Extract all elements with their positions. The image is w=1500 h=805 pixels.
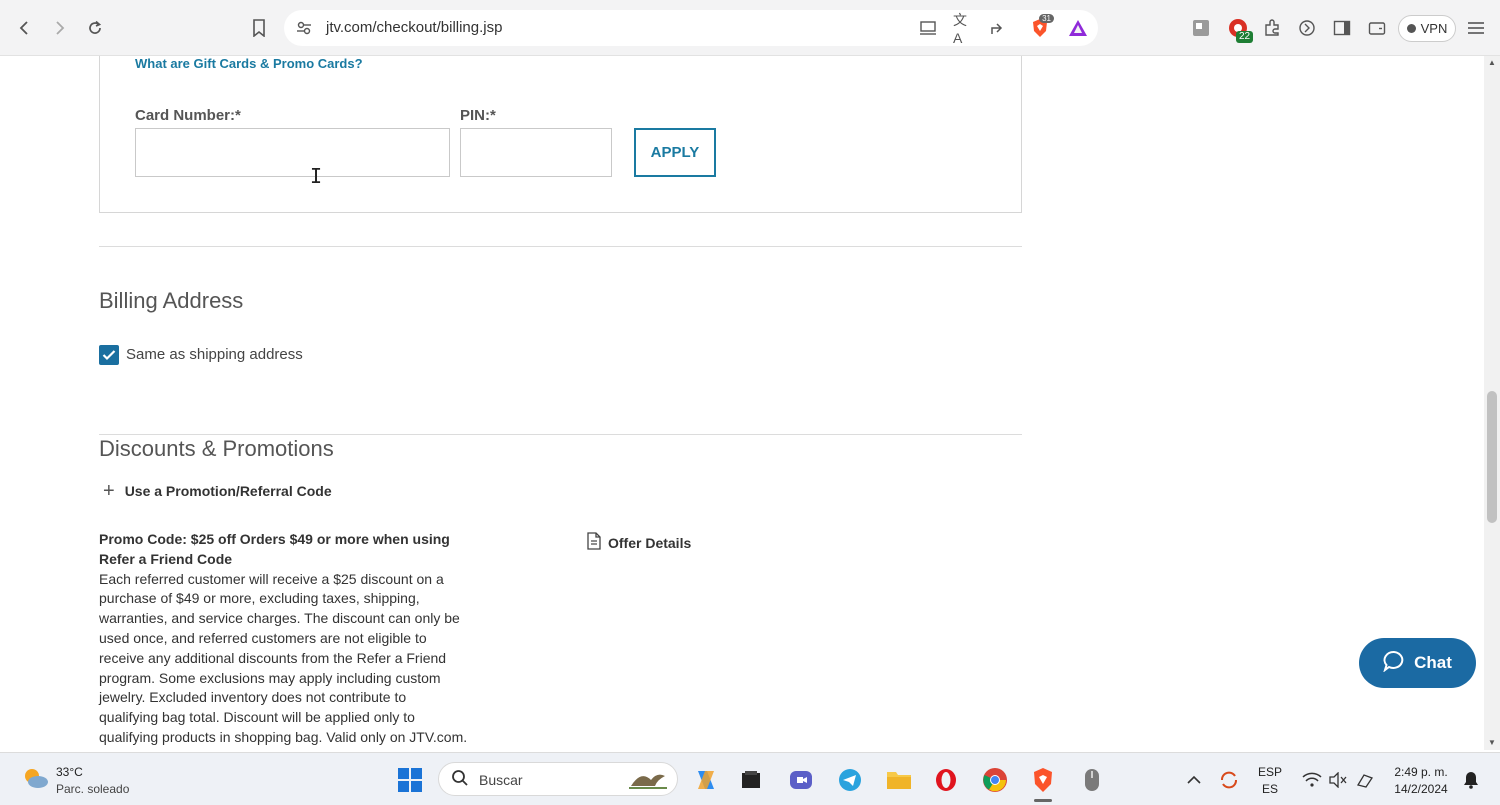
address-bar[interactable]: jtv.com/checkout/billing.jsp 文A 31 [284,10,1098,46]
wallet-icon[interactable] [1363,14,1391,42]
same-as-shipping-label[interactable]: Same as shipping address [126,346,303,363]
taskbar-search-placeholder: Buscar [479,772,523,788]
site-settings-icon[interactable] [294,18,314,38]
plus-icon: + [103,480,115,502]
weather-description: Parc. soleado [56,782,130,796]
vpn-button[interactable]: VPN [1398,15,1456,42]
file-manager-icon[interactable] [737,766,765,794]
weather-temperature: 33°C [56,765,83,779]
language-indicator-bottom[interactable]: ES [1255,782,1285,796]
telegram-icon[interactable] [836,766,864,794]
extensions-puzzle-icon[interactable] [1258,14,1286,42]
translate-icon[interactable]: 文A [953,12,973,46]
gift-cards-help-link[interactable]: What are Gift Cards & Promo Cards? [135,56,363,71]
clock-date[interactable]: 14/2/2024 [1388,782,1454,796]
taskbar-search[interactable]: Buscar [438,762,678,796]
menu-icon[interactable] [1462,14,1490,42]
brave-taskbar-icon[interactable] [1029,766,1057,794]
vpn-label: VPN [1420,21,1448,36]
apply-button[interactable]: APPLY [634,128,716,177]
brave-rewards-icon[interactable] [1068,18,1088,38]
search-icon [451,769,469,792]
brave-shields-badge: 31 [1039,14,1054,23]
chat-bubble-icon [1383,650,1405,677]
vpn-status-icon [1406,24,1416,33]
scroll-down-icon[interactable]: ▼ [1488,738,1496,747]
active-app-indicator [1034,799,1052,802]
url-text: jtv.com/checkout/billing.jsp [326,19,503,36]
scroll-up-icon[interactable]: ▲ [1488,58,1496,67]
same-as-shipping-checkbox[interactable] [99,345,119,365]
reload-icon[interactable] [81,14,109,42]
offer-details-link[interactable]: Offer Details [586,532,691,553]
cast-icon[interactable] [918,18,938,38]
use-promo-code-toggle[interactable]: + Use a Promotion/Referral Code [103,480,332,502]
promo-description-block: Promo Code: $25 off Orders $49 or more w… [99,530,469,748]
weather-icon[interactable] [20,765,50,791]
windows-taskbar: 33°C Parc. soleado Buscar ESP ES 2:49 p.… [0,752,1500,805]
extension-badge-icon[interactable]: 22 [1224,14,1254,43]
section-divider [99,434,1022,435]
profile-extension-icon[interactable] [1187,14,1215,42]
sync-icon[interactable] [1215,766,1243,794]
leo-ai-icon[interactable] [1293,14,1321,42]
billing-address-title: Billing Address [99,288,244,313]
scroll-thumb[interactable] [1487,391,1497,523]
pin-input[interactable] [460,128,612,177]
wifi-icon[interactable] [1298,766,1326,794]
extension-badge-count: 22 [1236,31,1254,43]
chat-label: Chat [1414,653,1452,672]
battery-icon[interactable] [1351,766,1379,794]
brave-shields-icon[interactable]: 31 [1030,14,1054,38]
show-hidden-icons-chevron-icon[interactable] [1180,766,1208,794]
promo-title: Promo Code: $25 off Orders $49 or more w… [99,531,450,567]
card-number-label: Card Number:* [135,107,241,124]
opera-icon[interactable] [932,766,960,794]
mouse-app-icon[interactable] [1078,766,1106,794]
share-icon[interactable] [988,18,1008,38]
forward-icon[interactable] [45,14,73,42]
back-icon[interactable] [11,14,39,42]
search-highlight-bird-icon [627,766,669,797]
discounts-title: Discounts & Promotions [99,436,334,461]
volume-muted-icon[interactable] [1324,766,1352,794]
pin-label: PIN:* [460,107,496,124]
text-cursor-icon: I [310,164,323,188]
sidebar-toggle-icon[interactable] [1328,14,1356,42]
video-call-icon[interactable] [787,766,815,794]
chrome-icon[interactable] [981,766,1009,794]
chat-button[interactable]: Chat [1359,638,1476,688]
browser-toolbar: jtv.com/checkout/billing.jsp 文A 31 22 VP… [0,0,1500,56]
start-windows-icon[interactable] [396,766,424,794]
use-promo-code-label: Use a Promotion/Referral Code [124,483,332,499]
clock-time[interactable]: 2:49 p. m. [1388,765,1454,779]
promo-description: Each referred customer will receive a $2… [99,570,468,745]
offer-details-label: Offer Details [608,534,692,551]
card-number-input[interactable] [135,128,450,177]
page-content: What are Gift Cards & Promo Cards? Card … [0,56,1484,750]
section-divider [99,246,1022,247]
document-icon [586,532,602,553]
page-scrollbar[interactable]: ▲ ▼ [1484,56,1500,750]
language-indicator-top[interactable]: ESP [1255,765,1285,779]
file-explorer-icon[interactable] [885,766,913,794]
copilot-icon[interactable] [692,766,720,794]
notifications-bell-icon[interactable] [1457,766,1485,794]
bookmark-icon[interactable] [245,14,273,42]
